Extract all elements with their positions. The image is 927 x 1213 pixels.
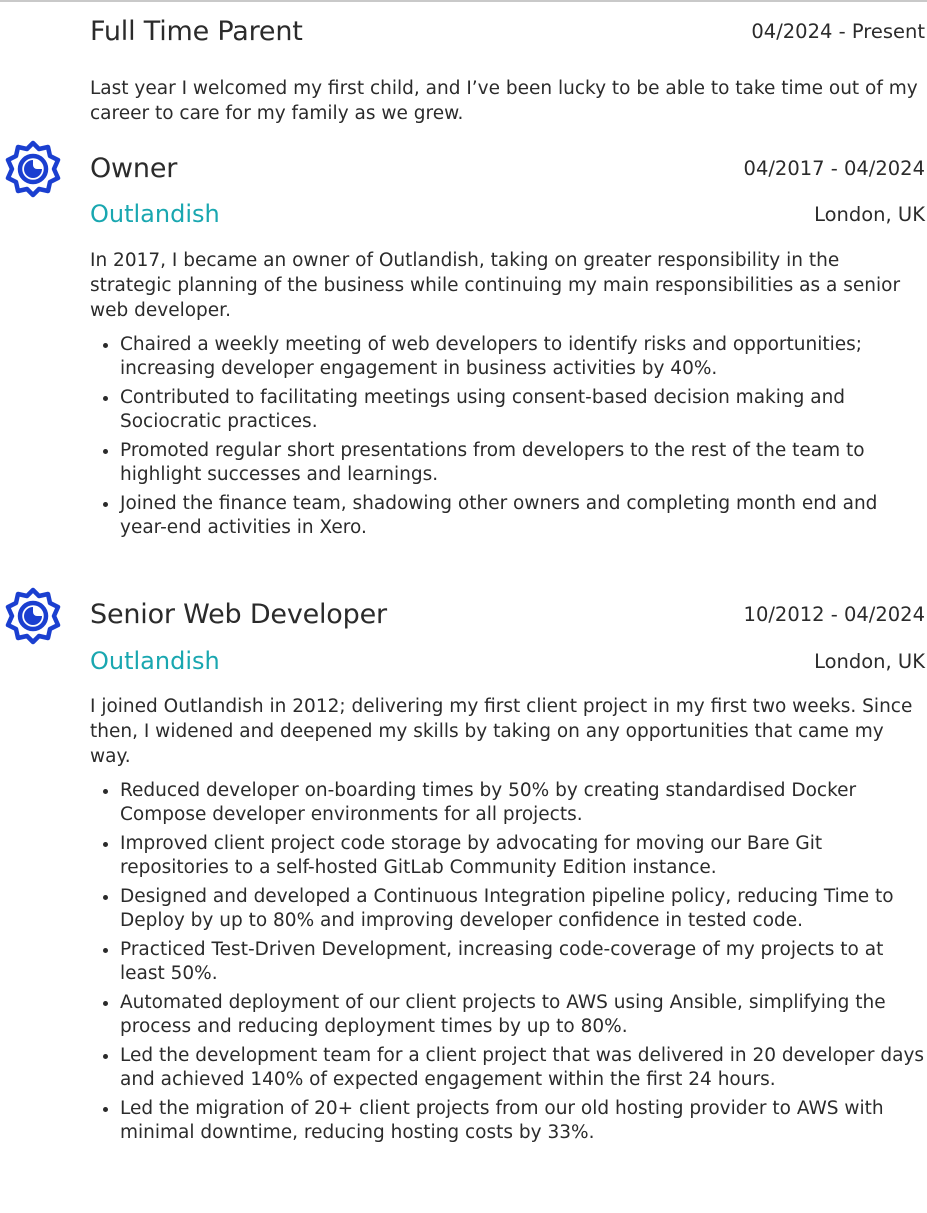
- outlandish-logo-icon: [5, 587, 61, 645]
- list-item: Improved client project code storage by …: [90, 832, 926, 880]
- achievement-list: Reduced developer on-boarding times by 5…: [90, 779, 926, 1150]
- job-location: London, UK: [814, 202, 925, 226]
- entry-header: Senior Web Developer 10/2012 - 04/2024: [90, 594, 925, 634]
- job-title: Full Time Parent: [90, 15, 303, 47]
- entry-header: Full Time Parent 04/2024 - Present: [90, 11, 925, 51]
- list-item: Designed and developed a Continuous Inte…: [90, 885, 926, 933]
- job-summary: I joined Outlandish in 2012; delivering …: [90, 696, 913, 767]
- entry-header: Owner 04/2017 - 04/2024: [90, 148, 925, 188]
- list-item: Automated deployment of our client proje…: [90, 991, 926, 1039]
- job-dates: 10/2012 - 04/2024: [743, 602, 925, 626]
- list-item: Joined the finance team, shadowing other…: [90, 492, 926, 540]
- job-summary: Last year I welcomed my first child, and…: [90, 78, 918, 124]
- outlandish-logo-icon: [5, 140, 61, 198]
- list-item: Led the development team for a client pr…: [90, 1044, 926, 1092]
- achievement-list: Chaired a weekly meeting of web develope…: [90, 333, 926, 545]
- list-item: Contributed to facilitating meetings usi…: [90, 386, 926, 434]
- list-item: Chaired a weekly meeting of web develope…: [90, 333, 926, 381]
- list-item: Led the migration of 20+ client projects…: [90, 1097, 926, 1145]
- job-title: Senior Web Developer: [90, 598, 387, 630]
- job-summary: In 2017, I became an owner of Outlandish…: [90, 250, 901, 321]
- entry-subheader: Outlandish London, UK: [90, 641, 925, 681]
- list-item: Reduced developer on-boarding times by 5…: [90, 779, 926, 827]
- job-dates: 04/2017 - 04/2024: [743, 156, 925, 180]
- company-name: Outlandish: [90, 647, 220, 675]
- job-dates: 04/2024 - Present: [751, 19, 925, 43]
- list-item: Promoted regular short presentations fro…: [90, 439, 926, 487]
- job-location: London, UK: [814, 649, 925, 673]
- top-divider: [0, 0, 927, 2]
- job-title: Owner: [90, 152, 178, 184]
- list-item: Practiced Test-Driven Development, incre…: [90, 938, 926, 986]
- entry-subheader: Outlandish London, UK: [90, 194, 925, 234]
- company-name: Outlandish: [90, 200, 220, 228]
